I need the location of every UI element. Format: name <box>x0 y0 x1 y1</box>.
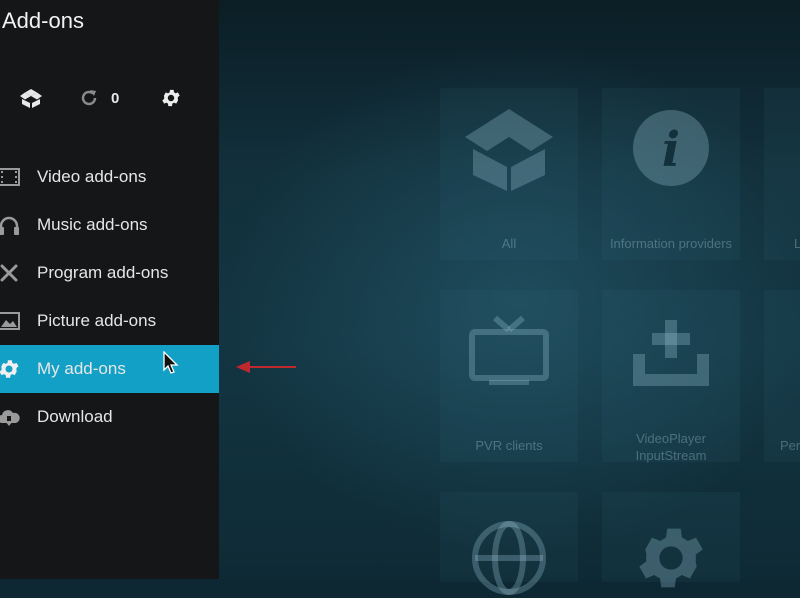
tile-pvr-clients[interactable]: PVR clients <box>440 290 578 462</box>
sidebar: Add-ons 0 Video add-ons Music add-ons Pr… <box>0 0 219 579</box>
headphones-icon <box>0 213 21 237</box>
cloud-download-icon <box>0 405 21 429</box>
tile-label: All <box>501 236 517 251</box>
menu-item-my-addons[interactable]: My add-ons <box>0 345 219 393</box>
tile-globe[interactable] <box>440 492 578 595</box>
menu-item-label: Program add-ons <box>37 263 169 282</box>
menu-item-download[interactable]: Download <box>0 393 219 441</box>
picture-icon <box>0 309 21 333</box>
menu-item-video-addons[interactable]: Video add-ons <box>0 153 219 201</box>
menu-item-music-addons[interactable]: Music add-ons <box>0 201 219 249</box>
gear-icon <box>602 518 740 598</box>
menu-item-label: Video add-ons <box>37 167 147 186</box>
svg-text:i: i <box>662 122 680 178</box>
menu-item-program-addons[interactable]: Program add-ons <box>0 249 219 297</box>
film-icon <box>0 165 21 189</box>
tile-all[interactable]: All <box>440 88 578 260</box>
tv-icon <box>440 290 578 410</box>
window-title: Add-ons <box>2 8 84 33</box>
info-icon: i <box>602 88 740 208</box>
tools-icon <box>0 261 21 285</box>
menu-item-picture-addons[interactable]: Picture add-ons <box>0 297 219 345</box>
tile-label: VideoPlayer InputStream <box>635 431 707 463</box>
tile-label: PVR clients <box>475 438 543 453</box>
menu-item-label: My add-ons <box>37 359 126 378</box>
menu-item-label: Download <box>37 407 113 426</box>
tile-partial[interactable]: L <box>764 88 800 260</box>
download-tray-icon <box>602 290 740 410</box>
mouse-cursor-icon <box>163 350 179 380</box>
annotation-arrow-icon <box>236 360 298 379</box>
tile-label: Information providers <box>609 236 733 251</box>
box-icon <box>440 88 578 208</box>
addon-category-menu: Video add-ons Music add-ons Program add-… <box>0 153 219 441</box>
tile-label: L <box>794 236 800 251</box>
tile-videoplayer-inputstream[interactable]: VideoPlayer InputStream <box>602 290 740 463</box>
dropbox-icon[interactable] <box>19 86 43 110</box>
tile-label: Per <box>780 438 800 453</box>
update-count: 0 <box>111 90 120 107</box>
tile-information-providers[interactable]: i Information providers <box>602 88 740 260</box>
refresh-icon[interactable] <box>77 86 101 110</box>
gear-icon[interactable] <box>159 86 183 110</box>
menu-item-label: Picture add-ons <box>37 311 157 330</box>
toolbar: 0 <box>0 86 219 112</box>
settings-box-icon <box>0 357 21 381</box>
menu-item-label: Music add-ons <box>37 215 148 234</box>
globe-icon <box>440 518 578 598</box>
tile-settings[interactable] <box>602 492 740 588</box>
tile-partial-2[interactable]: Per <box>764 290 800 462</box>
